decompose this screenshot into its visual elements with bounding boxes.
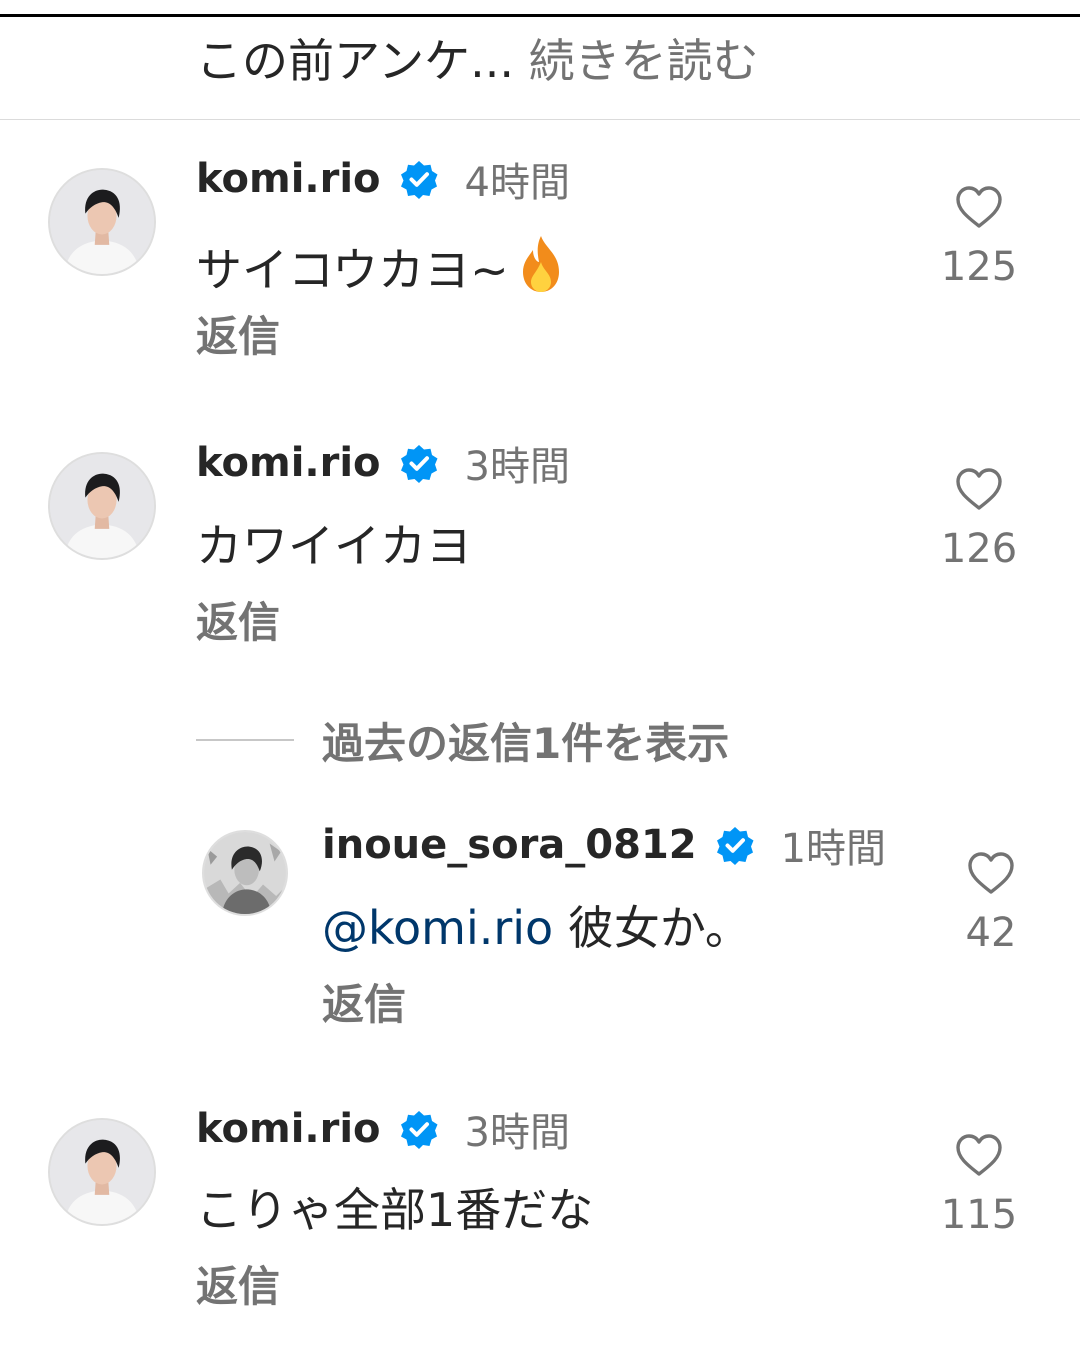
like-count: 126 — [940, 526, 1018, 572]
heart-icon[interactable] — [954, 466, 1004, 512]
timestamp: 3時間 — [464, 444, 570, 490]
read-more-link[interactable]: 続きを読む — [529, 34, 759, 88]
username[interactable]: komi.rio — [196, 1106, 381, 1152]
verified-badge-icon — [399, 159, 439, 199]
comment-text: カワイイカヨ — [196, 519, 472, 573]
comment-text: サイコウカヨ~ — [196, 234, 567, 300]
username[interactable]: komi.rio — [196, 440, 381, 486]
heart-icon[interactable] — [966, 850, 1016, 896]
fire-icon — [515, 234, 567, 294]
timestamp: 4時間 — [464, 160, 570, 206]
heart-icon[interactable] — [954, 184, 1004, 230]
heart-icon[interactable] — [954, 1132, 1004, 1178]
comment-header: komi.rio 4時間 — [196, 152, 570, 206]
top-border — [0, 14, 1080, 17]
like-count: 42 — [965, 910, 1017, 956]
like-count: 125 — [940, 244, 1018, 290]
comment-text: こりゃ全部1番だな — [196, 1183, 594, 1237]
caption-divider — [0, 119, 1080, 120]
username[interactable]: komi.rio — [196, 156, 381, 202]
avatar[interactable] — [202, 830, 288, 916]
like-control: 125 — [924, 184, 1034, 290]
avatar[interactable] — [48, 452, 156, 560]
reply-button[interactable]: 返信 — [322, 980, 406, 1030]
view-replies-label: 過去の返信1件を表示 — [322, 718, 730, 768]
view-replies-button[interactable]: 過去の返信1件を表示 — [196, 712, 729, 768]
comment-body: サイコウカヨ~ — [196, 243, 509, 297]
reply-body: 彼女か。 — [553, 901, 751, 955]
avatar[interactable] — [48, 1118, 156, 1226]
like-control: 126 — [924, 466, 1034, 572]
verified-badge-icon — [399, 443, 439, 483]
timestamp: 3時間 — [464, 1110, 570, 1156]
caption-text: この前アンケ... — [196, 34, 515, 88]
like-control: 42 — [936, 850, 1046, 956]
timestamp: 1時間 — [780, 826, 887, 872]
mention-link[interactable]: @komi.rio — [322, 901, 553, 955]
reply-button[interactable]: 返信 — [196, 312, 280, 362]
comment-header: komi.rio 3時間 — [196, 1102, 570, 1156]
reply-button[interactable]: 返信 — [196, 598, 280, 648]
caption: この前アンケ... 続きを読む — [196, 28, 759, 94]
reply-text: @komi.rio 彼女か。 — [322, 898, 751, 958]
view-replies-line — [196, 739, 294, 741]
like-count: 115 — [940, 1192, 1018, 1238]
like-control: 115 — [924, 1132, 1034, 1238]
username[interactable]: inoue_sora_0812 — [322, 822, 697, 868]
reply-button[interactable]: 返信 — [196, 1262, 280, 1312]
comment-header: komi.rio 3時間 — [196, 436, 570, 490]
avatar[interactable] — [48, 168, 156, 276]
verified-badge-icon — [715, 825, 755, 865]
reply-header: inoue_sora_0812 1時間 — [322, 818, 886, 872]
verified-badge-icon — [399, 1109, 439, 1149]
